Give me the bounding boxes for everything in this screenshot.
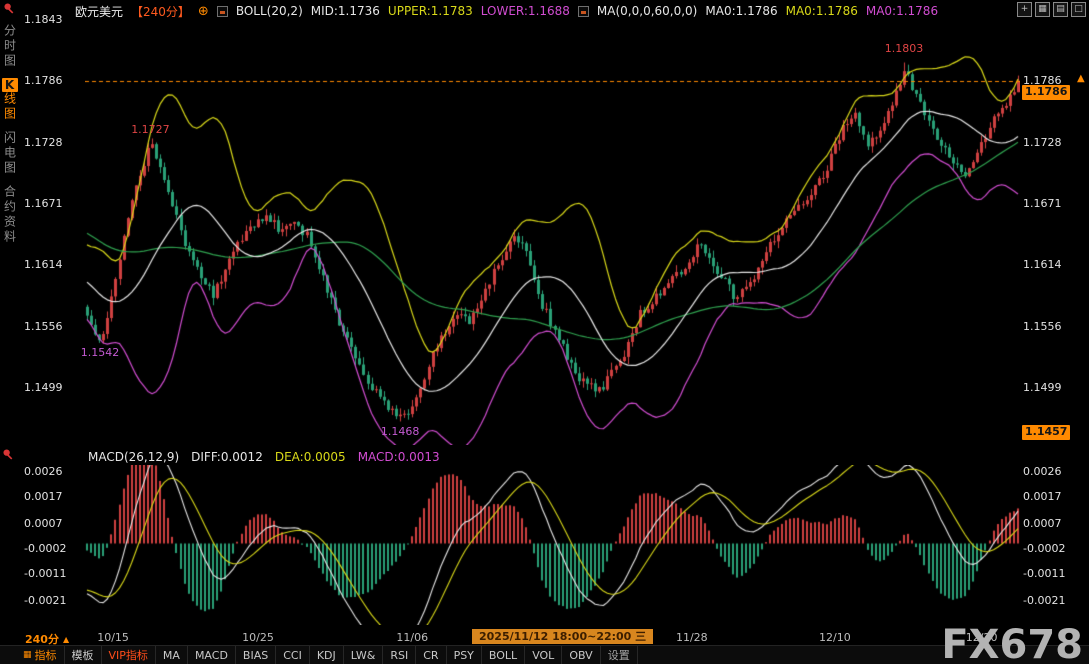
x-axis-label: 10/25: [242, 631, 274, 644]
timeframe-badge[interactable]: 【240分】: [131, 3, 190, 20]
pin-icon[interactable]: [3, 2, 16, 15]
x-axis-label: 11/06: [396, 631, 428, 644]
y-axis-label: 1.1499: [24, 382, 63, 394]
pin-icon[interactable]: [2, 448, 15, 461]
indicator-tab-cci[interactable]: CCI: [276, 646, 310, 664]
y-axis-label: 1.1671: [1023, 198, 1062, 210]
macd-axis-label: -0.0021: [24, 595, 66, 607]
macd-axis-label: 0.0026: [1023, 466, 1062, 478]
y-axis-label: 1.1556: [24, 321, 63, 333]
x-axis-label: 10/15: [97, 631, 129, 644]
tab-templates[interactable]: 模板: [65, 646, 102, 664]
ma-value-2: MA0:1.1786: [786, 4, 858, 18]
price-annotation: 1.1803: [885, 43, 924, 55]
split-view-icon[interactable]: ▤: [1053, 2, 1068, 17]
y-axis-label: 1.1614: [1023, 259, 1062, 271]
y-axis-label: 1.1728: [24, 137, 63, 149]
x-axis-label: 12/10: [819, 631, 851, 644]
chart-window-controls: + ▦ ▤ □: [1017, 2, 1086, 17]
indicator-tab-vol[interactable]: VOL: [525, 646, 562, 664]
sidebar-item-time-chart[interactable]: 分时图: [4, 24, 16, 69]
macd-axis-label: 0.0007: [1023, 518, 1062, 530]
y-axis-label: 1.1614: [24, 259, 63, 271]
indicator-tab-macd[interactable]: MACD: [188, 646, 236, 664]
macd-chart[interactable]: [85, 465, 1020, 625]
crosshair-icon[interactable]: +: [1017, 2, 1032, 17]
sidebar-item-contract-info[interactable]: 合约资料: [4, 185, 16, 245]
dropdown-arrow-icon: ▲: [63, 635, 69, 644]
indicator-toolbar: ▦指标 模板 VIP指标 MAMACDBIASCCIKDJLW&RSICRPSY…: [0, 645, 1089, 664]
add-indicator-icon[interactable]: ⊕: [198, 4, 209, 19]
chart-type-sidebar: 分时图 K线图 闪电图 合约资料: [0, 0, 19, 245]
x-axis-label: 11/28: [676, 631, 708, 644]
indicator-tab-psy[interactable]: PSY: [447, 646, 482, 664]
indicator-tab-lw[interactable]: LW&: [344, 646, 384, 664]
ma-indicator-icon: [578, 6, 589, 17]
macd-value: MACD:0.0013: [358, 450, 440, 464]
macd-dea-value: DEA:0.0005: [275, 450, 346, 464]
indicator-tab-group: MAMACDBIASCCIKDJLW&RSICRPSYBOLLVOLOBV: [156, 646, 601, 664]
ma-params-label: MA(0,0,0,60,0,0): [597, 4, 697, 18]
sidebar-item-lightning-chart[interactable]: 闪电图: [4, 131, 16, 176]
macd-axis-label: -0.0002: [24, 543, 66, 555]
price-up-arrow-icon: ▲: [1077, 74, 1085, 84]
boll-lower-value: LOWER:1.1688: [481, 4, 570, 18]
grid-icon: ▦: [23, 650, 32, 660]
y-axis-label: 1.1786: [24, 75, 63, 87]
current-price-tag: 1.1786: [1022, 85, 1070, 100]
ma-value-1: MA0:1.1786: [705, 4, 777, 18]
tab-settings[interactable]: 设置: [601, 646, 638, 664]
macd-axis-label: -0.0011: [1023, 568, 1065, 580]
symbol-name: 欧元美元: [75, 3, 123, 20]
tab-vip-indicators[interactable]: VIP指标: [102, 646, 156, 664]
macd-axis-label: 0.0017: [1023, 491, 1062, 503]
indicator-tab-rsi[interactable]: RSI: [383, 646, 416, 664]
price-annotation: 1.1727: [131, 124, 170, 136]
tab-indicators[interactable]: ▦指标: [16, 646, 65, 664]
price-annotation: 1.1468: [381, 426, 420, 438]
macd-axis-label: 0.0017: [24, 491, 63, 503]
chart-header: 欧元美元 【240分】 ⊕ BOLL(20,2) MID:1.1736 UPPE…: [75, 0, 938, 22]
macd-axis-label: -0.0011: [24, 568, 66, 580]
y-axis-label: 1.1499: [1023, 382, 1062, 394]
boll-params-label: BOLL(20,2): [236, 4, 303, 18]
grid-view-icon[interactable]: ▦: [1035, 2, 1050, 17]
macd-axis-label: 0.0007: [24, 518, 63, 530]
watermark: FX678: [941, 626, 1083, 664]
boll-upper-value: UPPER:1.1783: [388, 4, 473, 18]
crosshair-time-tooltip: 2025/11/12 18:00~22:00 三: [472, 629, 653, 644]
ma-value-3: MA0:1.1786: [866, 4, 938, 18]
y-axis-label: 1.1843: [24, 14, 63, 26]
macd-axis-label: 0.0026: [24, 466, 63, 478]
indicator-tab-bias[interactable]: BIAS: [236, 646, 276, 664]
y-axis-label: 1.1728: [1023, 137, 1062, 149]
macd-header: MACD(26,12,9) DIFF:0.0012 DEA:0.0005 MAC…: [88, 450, 440, 464]
indicator-tab-obv[interactable]: OBV: [562, 646, 600, 664]
candlestick-chart[interactable]: [85, 25, 1020, 445]
macd-axis-label: -0.0002: [1023, 543, 1065, 555]
macd-params-label: MACD(26,12,9): [88, 450, 179, 464]
forex-charting-app: 欧元美元 【240分】 ⊕ BOLL(20,2) MID:1.1736 UPPE…: [0, 0, 1089, 664]
range-low-tag: 1.1457: [1022, 425, 1070, 440]
indicator-tab-ma[interactable]: MA: [156, 646, 188, 664]
boll-mid-value: MID:1.1736: [311, 4, 380, 18]
y-axis-label: 1.1671: [24, 198, 63, 210]
indicator-tab-cr[interactable]: CR: [416, 646, 446, 664]
macd-diff-value: DIFF:0.0012: [191, 450, 263, 464]
fullscreen-icon[interactable]: □: [1071, 2, 1086, 17]
indicator-tab-kdj[interactable]: KDJ: [310, 646, 344, 664]
macd-axis-label: -0.0021: [1023, 595, 1065, 607]
indicator-tab-boll[interactable]: BOLL: [482, 646, 525, 664]
y-axis-label: 1.1556: [1023, 321, 1062, 333]
sidebar-item-kline-chart[interactable]: K线图: [4, 78, 16, 122]
boll-indicator-icon: [217, 6, 228, 17]
price-annotation: 1.1542: [81, 347, 120, 359]
